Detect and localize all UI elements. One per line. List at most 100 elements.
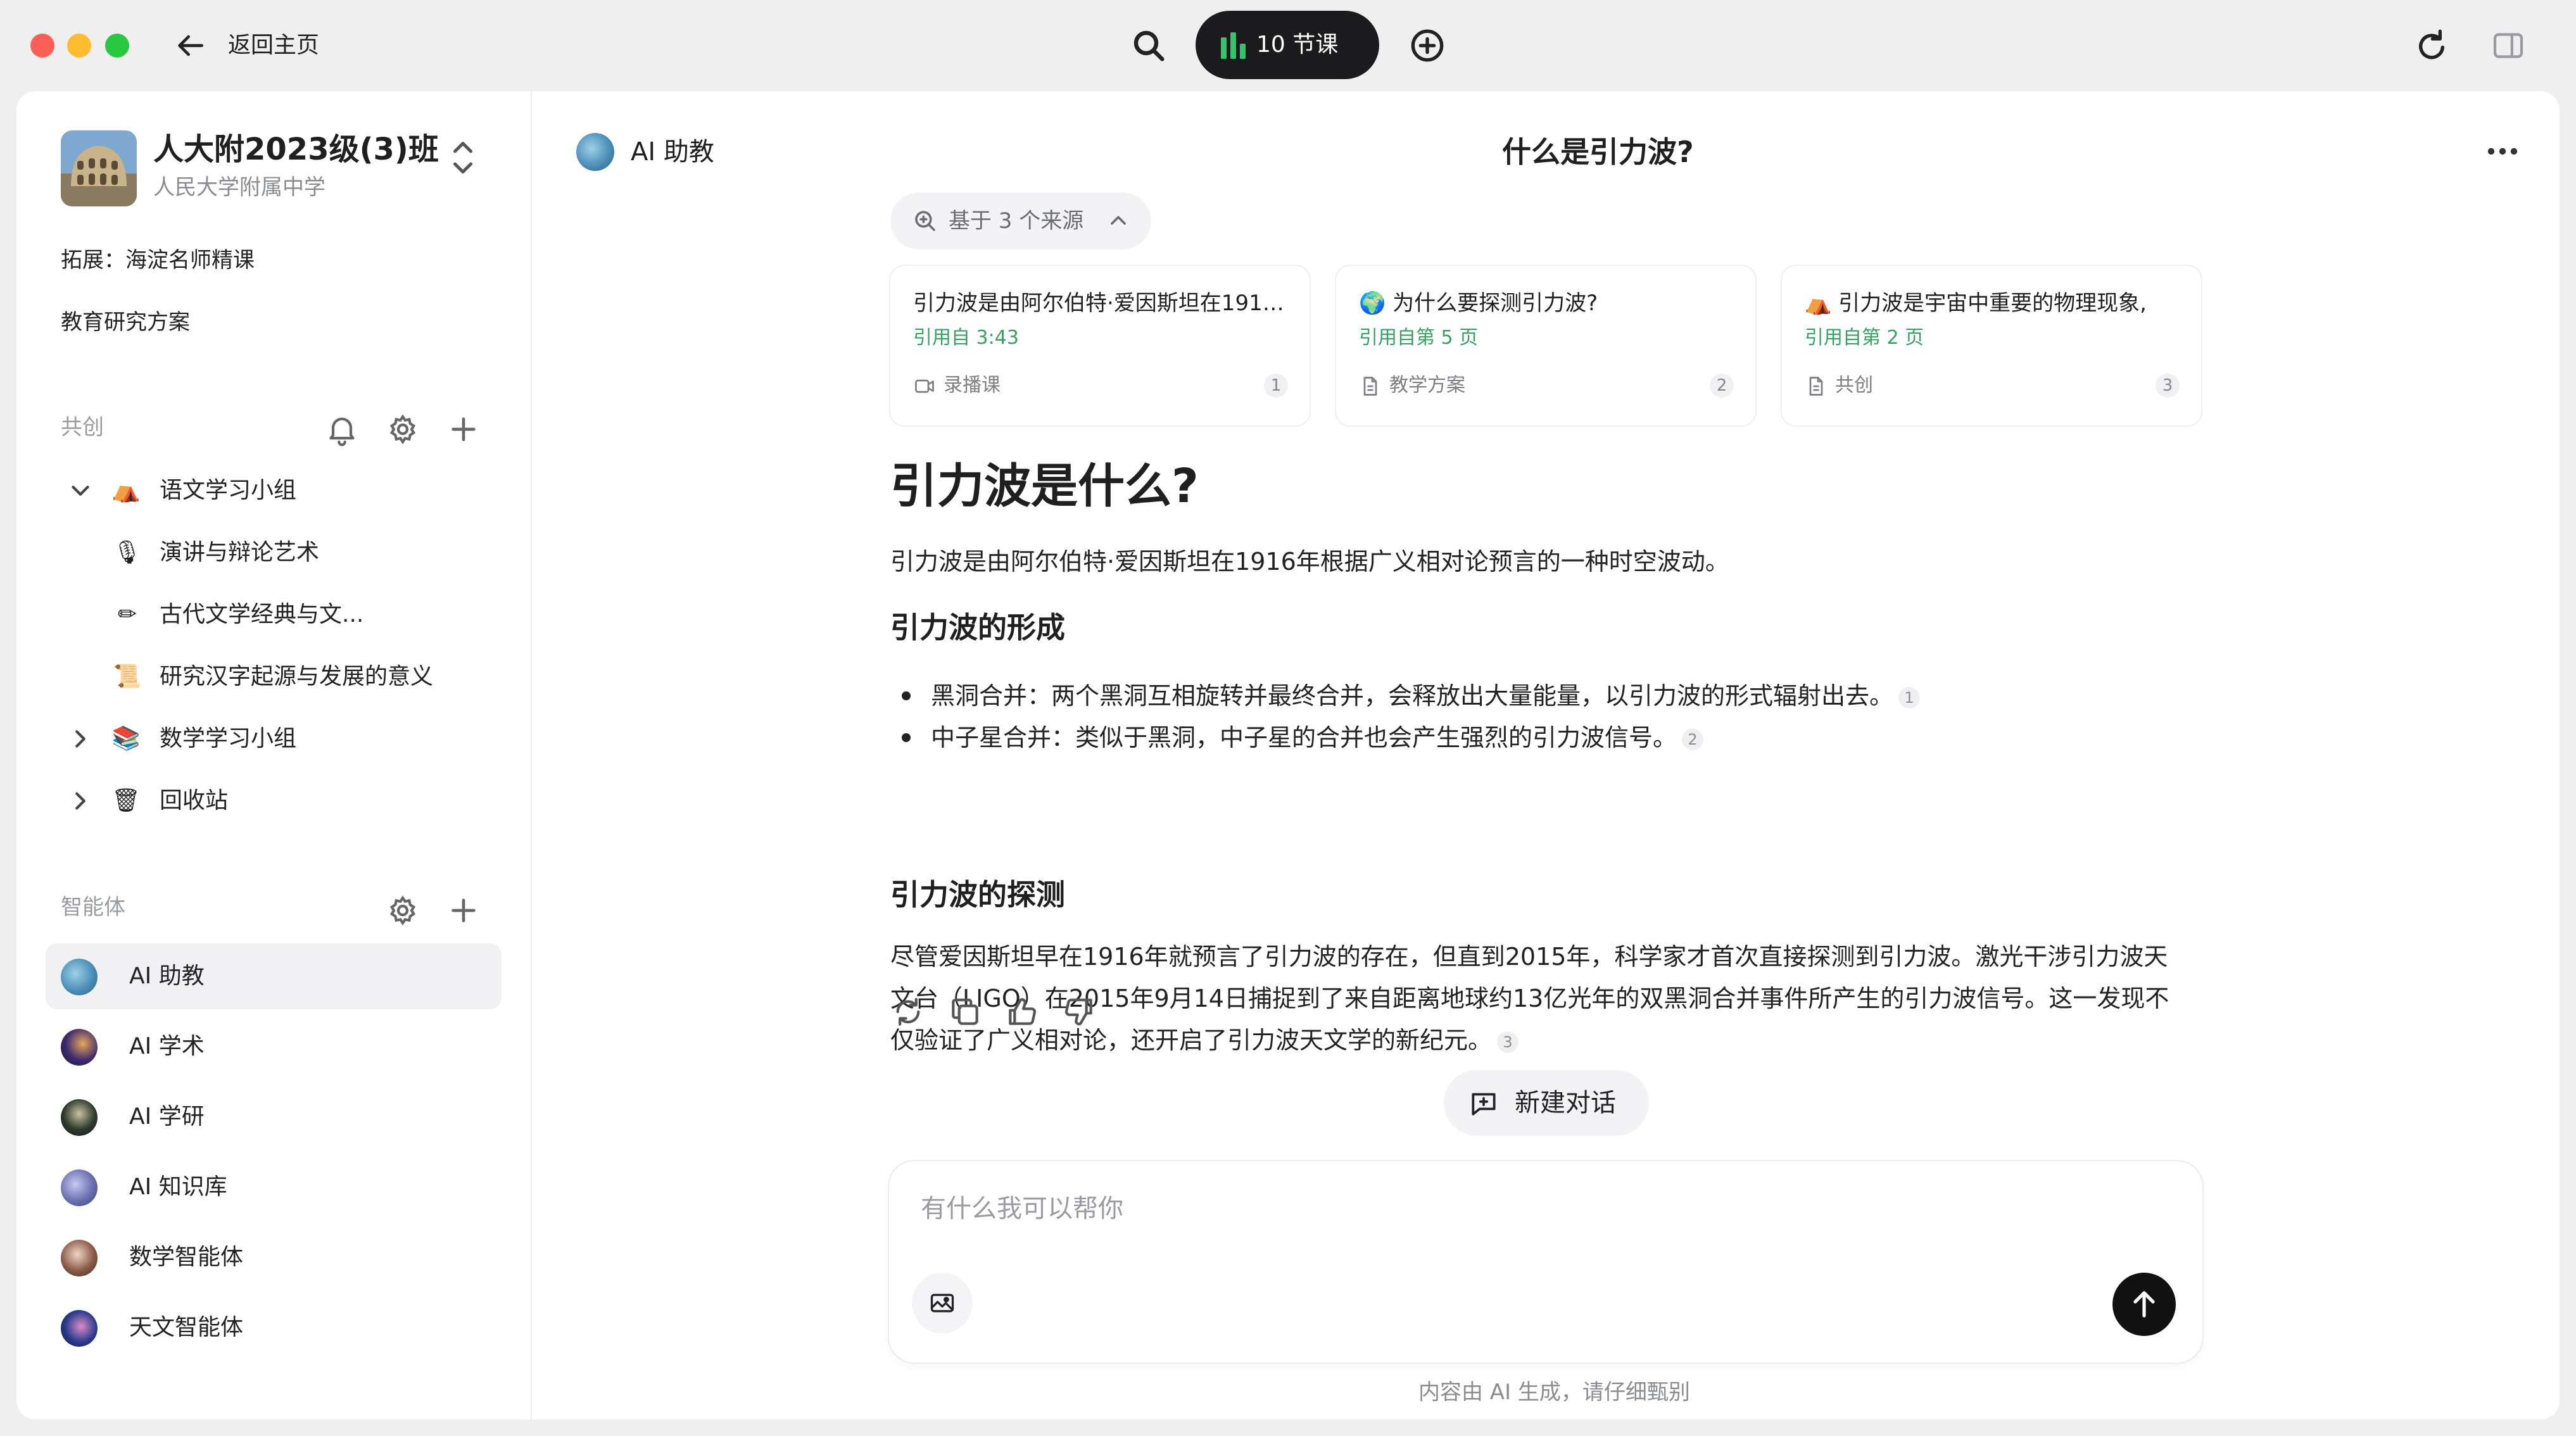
- copy-icon[interactable]: [947, 994, 983, 1030]
- add-icon[interactable]: [446, 412, 481, 447]
- tree-item-label: 回收站: [160, 788, 229, 814]
- sidebar: 人大附2023级(3)班 人民大学附属中学 拓展：海淀名师精课 教育研究方案 共…: [16, 91, 532, 1420]
- upload-image-button[interactable]: [912, 1273, 973, 1333]
- gear-icon[interactable]: [385, 412, 420, 447]
- answer-intro: 引力波是由阿尔伯特·爱因斯坦在1916年根据广义相对论预言的一种时空波动。: [890, 548, 1729, 576]
- tree-item-chinese-characters[interactable]: 📜 研究汉字起源与发展的意义: [16, 648, 517, 705]
- org-subtitle: 人民大学附属中学: [153, 175, 325, 200]
- source-citation: 引用自第 5 页: [1359, 327, 1479, 349]
- chevron-right-icon[interactable]: [66, 724, 95, 753]
- add-icon[interactable]: [446, 893, 481, 928]
- agent-label: 数学智能体: [129, 1244, 244, 1270]
- agent-astronomy[interactable]: 天文智能体: [46, 1295, 502, 1361]
- source-kind: 录播课: [944, 374, 1001, 396]
- list-item-text: 黑洞合并：两个黑洞互相旋转并最终合并，会释放出大量能量，以引力波的形式辐射出去。: [931, 682, 1894, 710]
- add-circle-icon[interactable]: [1407, 25, 1448, 66]
- back-home-link[interactable]: 返回主页: [228, 28, 319, 63]
- back-arrow-icon[interactable]: [172, 28, 208, 63]
- side-link-research-plan[interactable]: 教育研究方案: [61, 306, 190, 338]
- refresh-icon[interactable]: [2411, 25, 2452, 66]
- agent-label: AI 助教: [129, 963, 205, 989]
- agent-label: AI 学研: [129, 1104, 205, 1130]
- source-card-1[interactable]: 引力波是由阿尔伯特·爱因斯坦在1916年根据广义相对论预言的一种时空波动。 引用…: [890, 266, 1310, 425]
- org-name: 人大附2023级(3)班: [153, 132, 439, 167]
- reference-badge[interactable]: 3: [1497, 1031, 1519, 1053]
- chat-main: AI 助教 什么是引力波? 基于 3 个来源 引力波是由阿尔伯特·爱因斯坦在19…: [533, 91, 2560, 1420]
- sources-toggle[interactable]: 基于 3 个来源: [890, 192, 1151, 249]
- tree-item-trash[interactable]: 🗑 回收站: [16, 772, 517, 829]
- gear-icon[interactable]: [385, 893, 420, 928]
- document-icon: [1809, 377, 1823, 396]
- tree-item-label: 古代文学经典与文...: [160, 601, 364, 627]
- agent-ai-research[interactable]: AI 学研: [46, 1084, 502, 1150]
- avatar: [61, 1099, 98, 1136]
- source-citation: 引用自第 2 页: [1805, 327, 1924, 349]
- new-chat-label: 新建对话: [1515, 1088, 1616, 1118]
- source-card-2[interactable]: 🌍 为什么要探测引力波? 引用自第 5 页 教学方案 2: [1336, 266, 1755, 425]
- chevron-down-icon[interactable]: [66, 476, 95, 505]
- new-chat-button[interactable]: 新建对话: [1444, 1070, 1649, 1136]
- source-title: 🌍 为什么要探测引力波?: [1359, 291, 1598, 316]
- tent-icon: ⛺: [111, 477, 141, 503]
- document-icon: [1363, 377, 1377, 396]
- source-citation: 引用自 3:43: [913, 327, 1019, 349]
- assistant-name: AI 助教: [631, 137, 714, 167]
- avatar: [61, 1169, 98, 1206]
- thumbs-up-icon[interactable]: [1004, 994, 1040, 1030]
- source-number: 2: [1710, 374, 1734, 398]
- source-title: ⛺ 引力波是宇宙中重要的物理现象,: [1805, 291, 2147, 316]
- reference-badge[interactable]: 2: [1682, 728, 1704, 750]
- source-kind: 共创: [1835, 374, 1873, 396]
- image-icon: [930, 1294, 954, 1313]
- agent-math[interactable]: 数学智能体: [46, 1225, 502, 1290]
- answer-heading: 引力波是什么?: [890, 459, 1199, 513]
- lesson-count-button[interactable]: 10 节课: [1196, 11, 1379, 79]
- lesson-count-label: 10 节课: [1256, 32, 1339, 58]
- arrow-up-icon: [2133, 1291, 2155, 1318]
- sidebar-toggle-icon[interactable]: [2490, 28, 2527, 63]
- source-card-3[interactable]: ⛺ 引力波是宇宙中重要的物理现象, 引用自第 2 页 共创 3: [1782, 266, 2201, 425]
- ai-disclaimer: 内容由 AI 生成，请仔细甄别: [1418, 1380, 1690, 1405]
- tree-item-math-group[interactable]: 📚 数学学习小组: [16, 710, 517, 767]
- tree-item-chinese-group[interactable]: ⛺ 语文学习小组: [16, 462, 517, 519]
- regenerate-icon[interactable]: [890, 994, 926, 1030]
- minimize-window-button[interactable]: [67, 34, 91, 58]
- books-icon: 📚: [111, 726, 141, 752]
- tree-item-label: 语文学习小组: [160, 477, 297, 503]
- chat-input-box: [889, 1161, 2202, 1363]
- tree-item-label: 研究汉字起源与发展的意义: [160, 664, 434, 690]
- agent-label: AI 学术: [129, 1033, 205, 1059]
- trash-icon: 🗑: [111, 788, 141, 814]
- agents-section-title: 智能体: [61, 895, 125, 920]
- agent-ai-academic[interactable]: AI 学术: [46, 1014, 502, 1080]
- agent-ai-knowledge-base[interactable]: AI 知识库: [46, 1154, 502, 1220]
- source-kind: 教学方案: [1389, 374, 1465, 396]
- conversation-title: 什么是引力波?: [1502, 135, 1694, 169]
- send-button[interactable]: [2112, 1273, 2176, 1336]
- chat-input[interactable]: [921, 1187, 2124, 1231]
- cocreate-section-title: 共创: [61, 415, 104, 440]
- tree-item-speech-debate[interactable]: 🎙 演讲与辩论艺术: [16, 524, 517, 581]
- source-title: 引力波是由阿尔伯特·爱因斯坦在1916年根据广义相对论预言的一种时空波动。: [913, 291, 1293, 316]
- close-window-button[interactable]: [30, 34, 54, 58]
- reference-badge[interactable]: 1: [1898, 686, 1921, 709]
- bell-icon[interactable]: [324, 412, 360, 447]
- assistant-avatar: [576, 133, 614, 171]
- chevron-right-icon[interactable]: [66, 786, 95, 816]
- tree-item-classical-literature[interactable]: ✏ 古代文学经典与文...: [16, 586, 517, 643]
- chevron-up-down-icon[interactable]: [447, 135, 479, 180]
- more-options-icon[interactable]: [2484, 135, 2522, 167]
- search-icon[interactable]: [1128, 25, 1169, 66]
- maximize-window-button[interactable]: [105, 34, 129, 58]
- microphone-icon: 🎙: [113, 539, 142, 565]
- sources-label: 基于 3 个来源: [949, 208, 1084, 234]
- avatar: [61, 959, 98, 995]
- agent-ai-assistant[interactable]: AI 助教: [46, 943, 502, 1009]
- source-number: 1: [1264, 374, 1288, 398]
- bar-chart-icon: [1221, 32, 1246, 59]
- side-link-extension-course[interactable]: 拓展：海淀名师精课: [61, 244, 255, 276]
- video-icon: [915, 379, 934, 393]
- thumbs-down-icon[interactable]: [1061, 994, 1097, 1030]
- formation-heading: 引力波的形成: [890, 610, 1065, 645]
- avatar: [61, 1029, 98, 1066]
